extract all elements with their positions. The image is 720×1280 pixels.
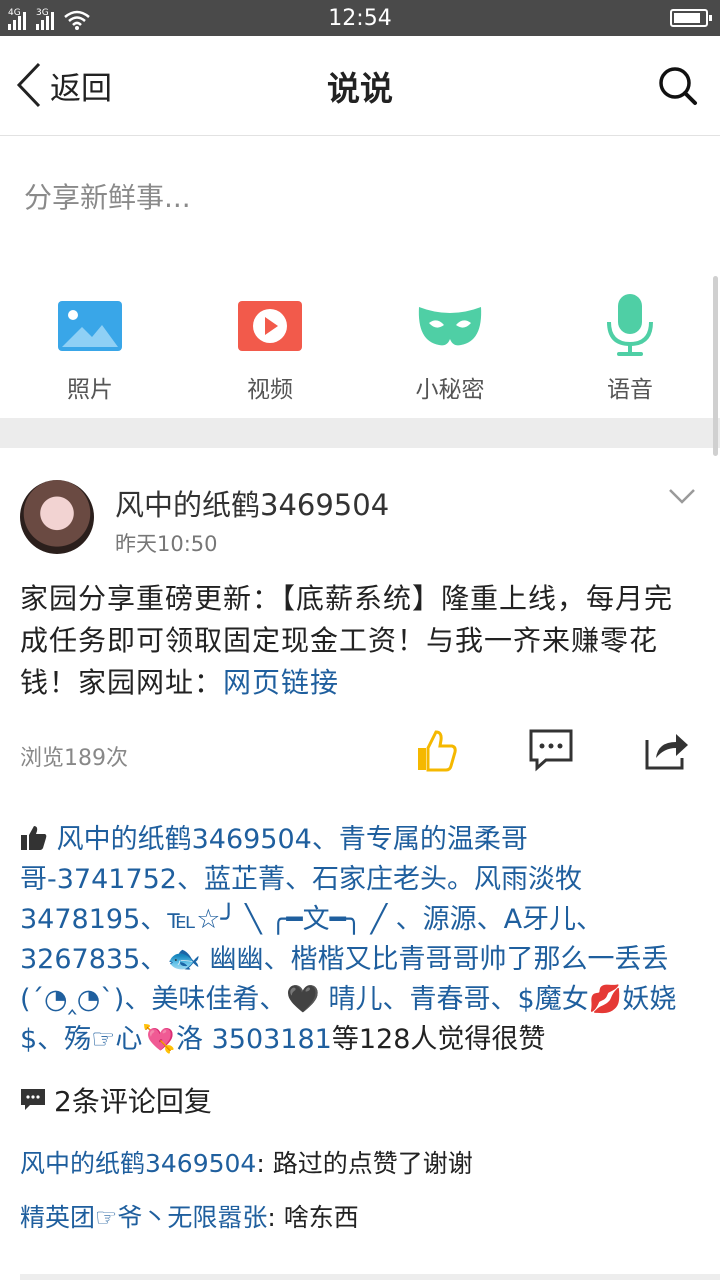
post-content: 家园分享重磅更新：【底薪系统】隆重上线，每月完成任务即可领取固定现金工资！与我一… <box>20 578 700 704</box>
likes-summary: 等128人觉得很赞 <box>331 1024 546 1055</box>
post-author-row: 风中的纸鹤3469504 昨天10:50 <box>20 448 700 570</box>
voice-label: 语音 <box>607 377 653 403</box>
comment-item[interactable]: 精英团☞爷丶无限嚣张: 啥东西 <box>20 1198 700 1234</box>
video-button[interactable]: 视频 <box>180 290 360 404</box>
comment-author[interactable]: 风中的纸鹤3469504 <box>20 1149 256 1178</box>
view-count: 浏览189次 <box>20 746 128 771</box>
share-icon[interactable] <box>644 728 690 772</box>
comment-text: 啥东西 <box>283 1203 359 1232</box>
compose-actions: 照片 视频 小秘密 语音 <box>0 290 720 404</box>
bottom-divider <box>20 1274 720 1280</box>
secret-button[interactable]: 小秘密 <box>360 290 540 404</box>
comment-author[interactable]: 精英团☞爷丶无限嚣张 <box>20 1203 267 1232</box>
comment-icon[interactable] <box>528 728 574 772</box>
likers[interactable]: 风中的纸鹤3469504、青专属的温柔哥哥-3741752、蓝芷菁、石家庄老头。… <box>20 824 676 1055</box>
compose-input[interactable]: 分享新鲜事... <box>24 176 191 216</box>
chevron-down-icon[interactable] <box>668 488 696 504</box>
comments-count[interactable]: 2条评论回复 <box>54 1080 212 1120</box>
comments-header: 2条评论回复 <box>20 1080 700 1120</box>
post-text: 家园分享重磅更新：【底薪系统】隆重上线，每月完成任务即可领取固定现金工资！与我一… <box>20 582 674 699</box>
post-link[interactable]: 网页链接 <box>223 666 339 699</box>
photo-button[interactable]: 照片 <box>0 290 180 404</box>
chevron-left-icon <box>16 62 41 108</box>
photo-icon <box>58 301 122 351</box>
post-time: 昨天10:50 <box>115 532 218 556</box>
likes-list: 风中的纸鹤3469504、青专属的温柔哥哥-3741752、蓝芷菁、石家庄老头。… <box>20 820 700 1060</box>
signal-3g-icon: 3G <box>36 8 54 30</box>
battery-icon <box>670 9 712 27</box>
feed-post: 风中的纸鹤3469504 昨天10:50 家园分享重磅更新：【底薪系统】隆重上线… <box>0 448 720 1234</box>
signal-4g-icon: 4G <box>8 8 26 30</box>
video-label: 视频 <box>247 377 293 403</box>
mask-icon <box>418 307 482 346</box>
microphone-icon <box>607 294 653 356</box>
comment-bubble-icon <box>21 1089 45 1110</box>
back-button[interactable]: 返回 <box>16 62 112 108</box>
compose-panel: 分享新鲜事... 照片 视频 小秘密 语音 <box>0 136 720 456</box>
signal-indicators: 4G 3G <box>8 6 90 30</box>
like-icon[interactable] <box>414 728 458 772</box>
comment-text: 路过的点赞了谢谢 <box>272 1149 473 1178</box>
post-stats-bar: 浏览189次 <box>20 714 700 800</box>
avatar[interactable] <box>20 480 94 554</box>
secret-label: 小秘密 <box>415 377 485 403</box>
section-divider <box>0 418 720 448</box>
top-nav: 返回 说说 <box>0 36 720 136</box>
status-bar: 4G 3G 12:54 <box>0 0 720 36</box>
search-icon[interactable] <box>658 66 698 106</box>
back-label: 返回 <box>50 70 112 107</box>
author-name[interactable]: 风中的纸鹤3469504 <box>115 482 389 524</box>
wifi-icon <box>64 10 90 30</box>
scrollbar[interactable] <box>713 276 718 456</box>
voice-button[interactable]: 语音 <box>540 290 720 404</box>
page-title: 说说 <box>327 68 393 108</box>
clock: 12:54 <box>328 5 392 31</box>
thumbs-up-icon <box>21 826 47 850</box>
comment-item[interactable]: 风中的纸鹤3469504: 路过的点赞了谢谢 <box>20 1144 700 1180</box>
video-icon <box>238 301 302 351</box>
photo-label: 照片 <box>67 377 113 403</box>
